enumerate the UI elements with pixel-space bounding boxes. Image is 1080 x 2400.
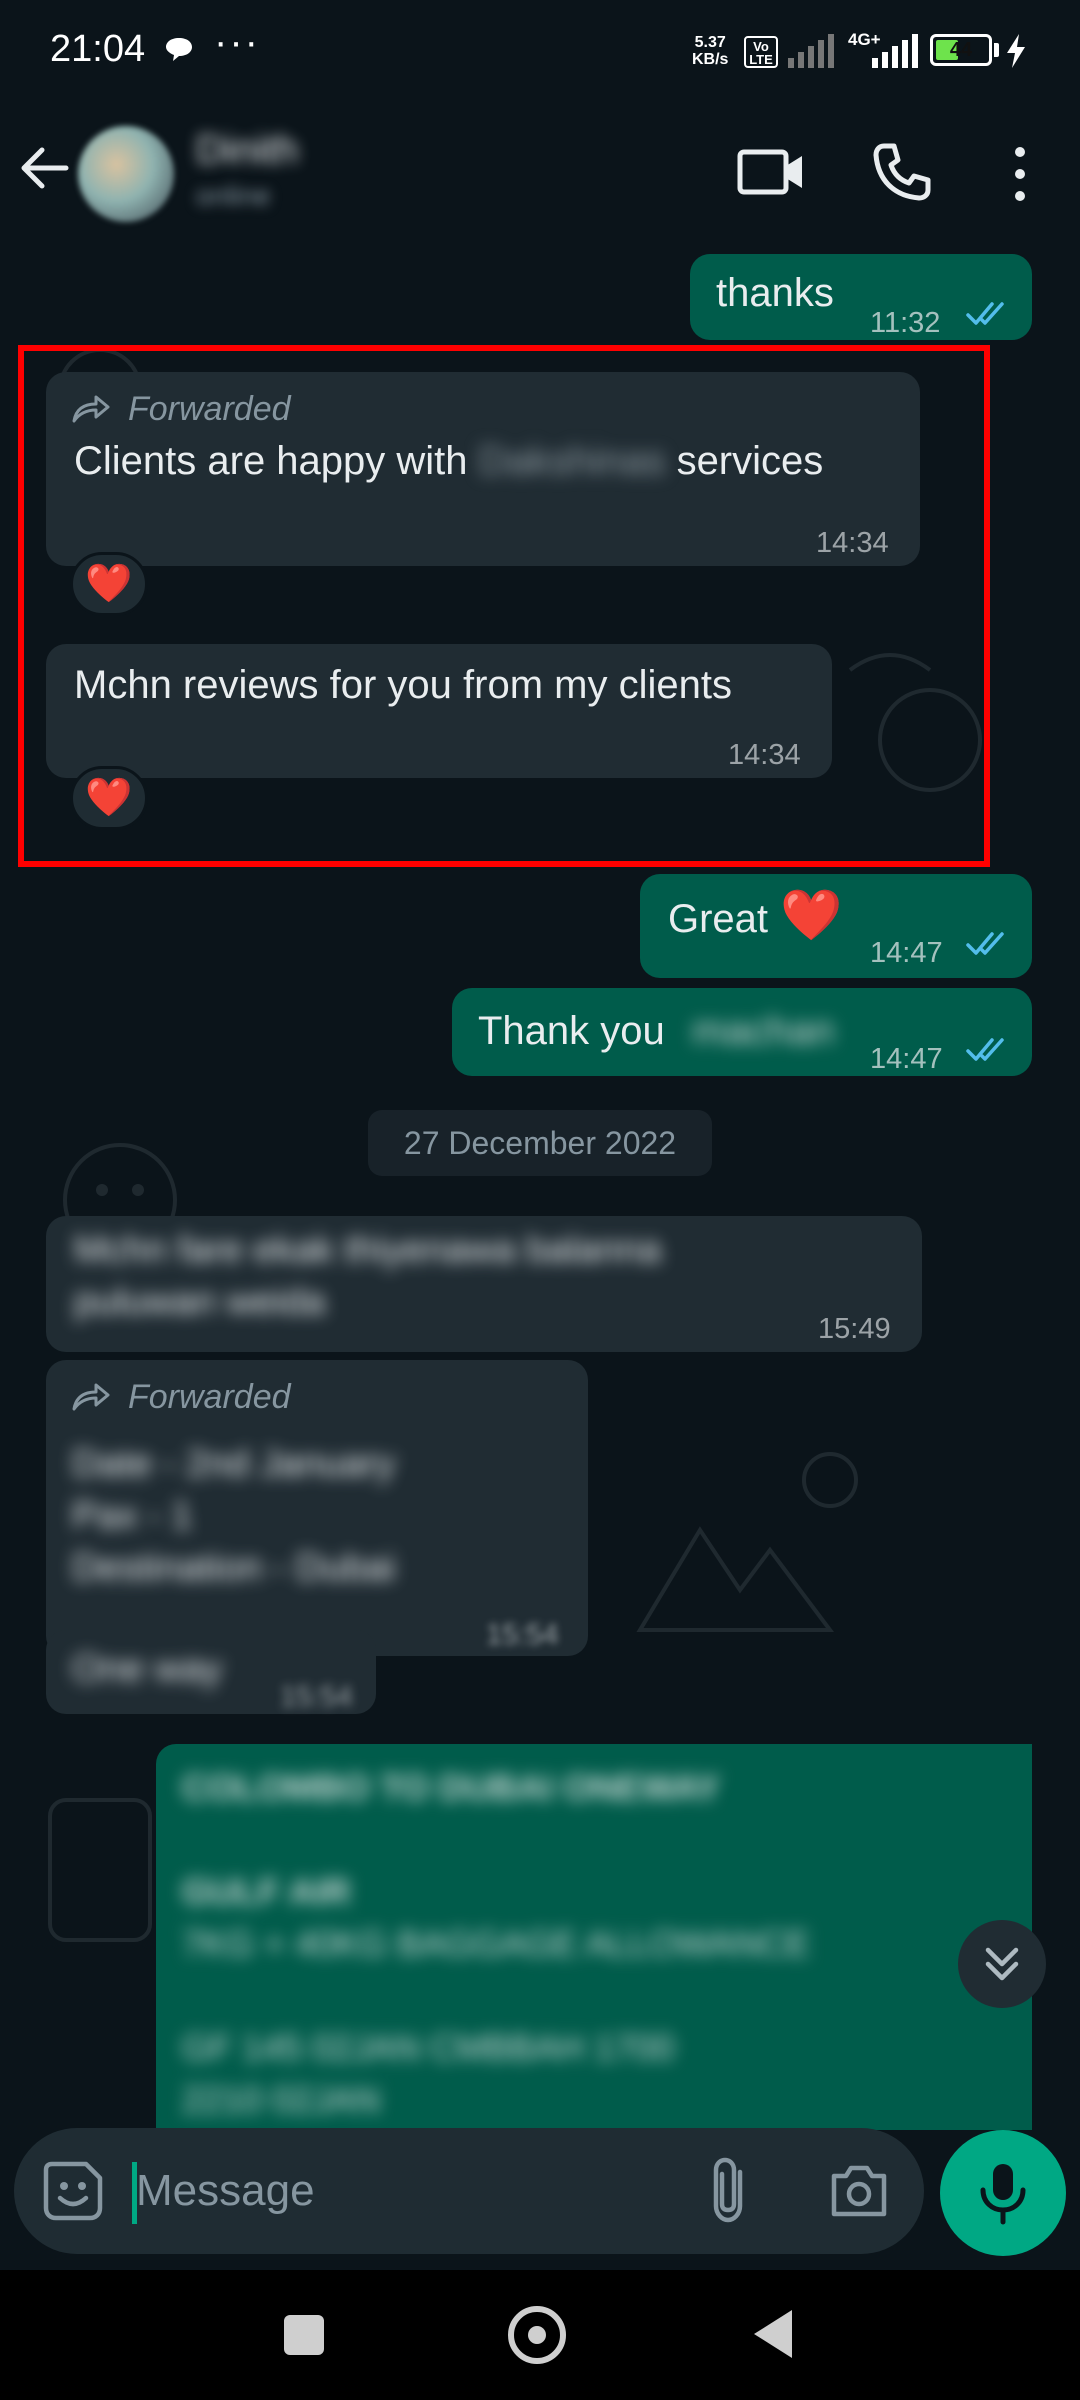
double-chevron-down-icon [985, 1947, 1019, 1981]
battery-icon: 44 [930, 34, 992, 66]
chat-area[interactable]: thanks 11:32 Forwarded Clients are happy… [0, 250, 1080, 2130]
camera-icon[interactable] [826, 2158, 892, 2224]
message-time: 15:54 [280, 1681, 353, 1713]
more-notifications-icon: ··· [214, 20, 260, 64]
status-time: 21:04 [50, 28, 146, 70]
home-button[interactable] [508, 2306, 566, 2364]
message-time: 15:49 [818, 1313, 891, 1345]
message-time: 14:47 [870, 1043, 943, 1075]
message-text: Mchn fare ekak thiyenawa balanna puluwan… [74, 1224, 661, 1328]
recents-button[interactable] [284, 2315, 324, 2355]
signal-icon [788, 34, 834, 68]
message-text: Date - 2nd January Pax - 1 Destination -… [72, 1438, 395, 1594]
volte-icon: Vo LTE [744, 36, 778, 68]
message-line: GF 145 02JAN CMBBAH 1700 [182, 2027, 675, 2068]
outgoing-message[interactable]: COLOMBO TO DUBAI ONEWAY GULF AIR 7KG + 4… [156, 1744, 1032, 2130]
blurred-name: machan [692, 1009, 835, 1053]
contact-status: online [196, 180, 271, 211]
message-time: 11:32 [870, 307, 941, 339]
outgoing-message[interactable]: Thank you machan 14:47 [452, 988, 1032, 1076]
message-input[interactable] [136, 2158, 696, 2224]
chat-header: Dinith online [0, 100, 1080, 250]
heart-emoji: ❤️ [780, 887, 843, 943]
message-line: Destination - Dubai [72, 1547, 396, 1589]
highlight-box [18, 345, 990, 867]
message-text: Thank you [478, 1009, 665, 1053]
message-line: COLOMBO TO DUBAI ONEWAY [182, 1767, 721, 1808]
signal-strength-icon [872, 34, 918, 68]
message-line: 7KG + 40KG BAGGAGE ALLOWANCE [182, 1923, 810, 1964]
outgoing-message[interactable]: thanks 11:32 [690, 254, 1032, 340]
message-line: GULF AIR [182, 1871, 351, 1912]
message-text: thanks [716, 271, 834, 315]
system-navigation-bar [0, 2270, 1080, 2400]
incoming-message[interactable]: Forwarded Date - 2nd January Pax - 1 Des… [46, 1360, 588, 1656]
microphone-icon [980, 2164, 1026, 2225]
message-text: One way [72, 1648, 222, 1690]
message-line: puluwan weida [74, 1281, 326, 1323]
message-time: 15:54 [486, 1619, 559, 1651]
message-line: Mchn fare ekak thiyenawa balanna [74, 1229, 662, 1271]
voice-message-button[interactable] [940, 2130, 1066, 2256]
status-bar: 21:04 ··· 5.37 KB/s Vo LTE 4G+ 44 [0, 0, 1080, 100]
message-line: Date - 2nd January [72, 1443, 396, 1485]
video-call-icon[interactable] [736, 142, 806, 202]
wallpaper-doodle-icon [636, 1452, 858, 1632]
chat-notification-icon [166, 38, 192, 61]
message-text: Great [668, 897, 769, 941]
more-options-icon[interactable] [1000, 142, 1040, 206]
message-text: COLOMBO TO DUBAI ONEWAY GULF AIR 7KG + 4… [182, 1762, 810, 2126]
network-speed: 5.37 KB/s [692, 34, 728, 68]
charging-icon [1007, 34, 1025, 68]
network-speed-unit: KB/s [692, 51, 729, 68]
outgoing-message[interactable]: Great ❤️ 14:47 [640, 874, 1032, 978]
nav-back-button[interactable] [754, 2310, 792, 2358]
network-speed-value: 5.37 [694, 34, 726, 51]
forwarded-text: Forwarded [128, 1378, 291, 1416]
avatar[interactable] [78, 126, 174, 222]
read-receipt-icon [966, 932, 1004, 955]
message-line: Pax - 1 [72, 1495, 193, 1537]
volte-label-bottom: LTE [749, 52, 773, 67]
attach-icon[interactable] [704, 2156, 760, 2226]
forwarded-label: Forwarded [72, 1372, 291, 1422]
battery-percent: 44 [949, 39, 973, 61]
sticker-emoji-icon[interactable] [40, 2158, 106, 2224]
message-line: 2210 02JAN [182, 2079, 381, 2120]
scroll-to-bottom-button[interactable] [958, 1920, 1046, 2008]
phone-icon[interactable] [870, 140, 934, 204]
read-receipt-icon [966, 1038, 1004, 1061]
message-time: 14:47 [870, 937, 943, 969]
date-separator: 27 December 2022 [368, 1110, 712, 1176]
incoming-message[interactable]: One way 15:54 [46, 1630, 376, 1714]
incoming-message[interactable]: Mchn fare ekak thiyenawa balanna puluwan… [46, 1216, 922, 1352]
home-dot [528, 2326, 546, 2344]
forwarded-icon [72, 1383, 110, 1411]
message-composer [14, 2128, 924, 2254]
battery-tip [994, 43, 999, 57]
contact-name[interactable]: Dinith [196, 128, 298, 173]
back-arrow-icon[interactable] [14, 138, 74, 198]
read-receipt-icon [966, 302, 1004, 325]
